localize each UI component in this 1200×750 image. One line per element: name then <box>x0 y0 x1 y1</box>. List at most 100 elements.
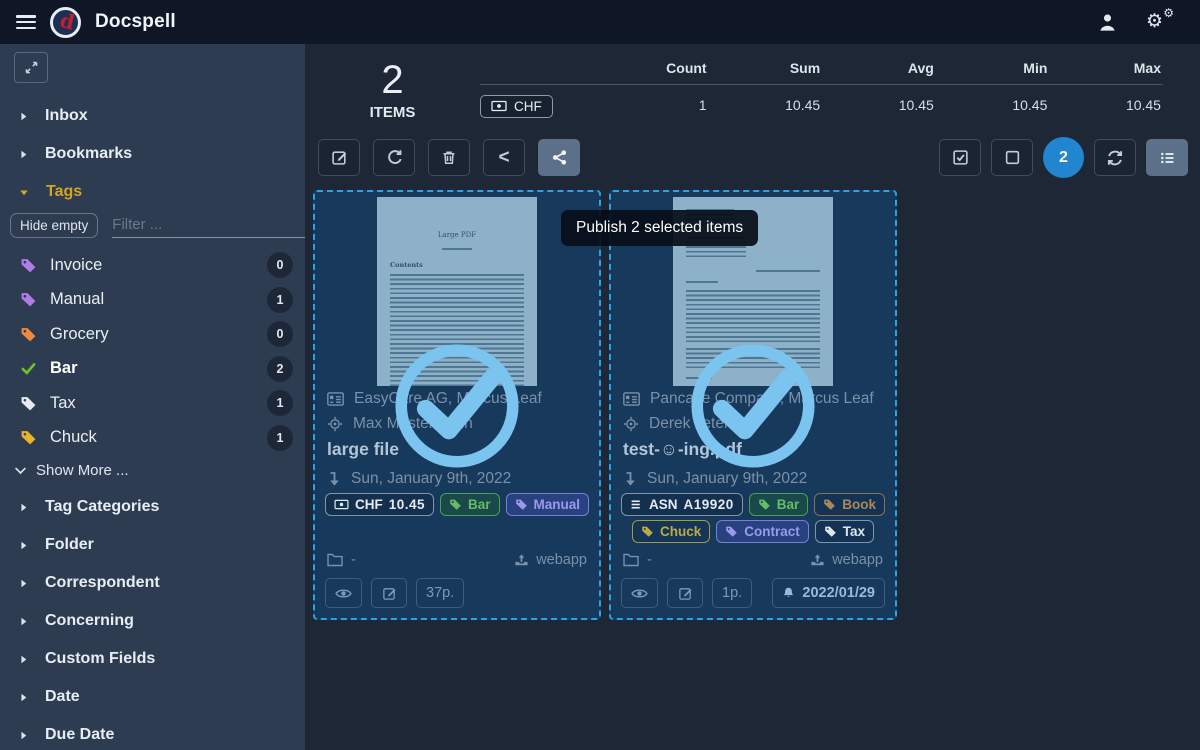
reprocess-items-button[interactable] <box>373 139 415 176</box>
correspondent-text: EasyCare AG, Marcus Leaf <box>354 390 542 408</box>
tag-filter-input[interactable] <box>112 216 305 233</box>
tag-filter <box>112 216 305 238</box>
sidebar-item-due-date[interactable]: Due Date <box>0 716 305 750</box>
sidebar-item-tags[interactable]: Tags <box>0 173 305 211</box>
tag-count-badge: 1 <box>267 287 293 313</box>
correspondent-row: EasyCare AG, Marcus Leaf <box>315 386 599 411</box>
items-count-number: 2 <box>305 58 480 102</box>
show-more-tags[interactable]: Show More ... <box>0 455 305 488</box>
refresh-button[interactable] <box>1094 139 1136 176</box>
stats-header-sum: Sum <box>709 56 823 84</box>
tag-badge-bar[interactable]: Bar <box>440 493 500 516</box>
upload-icon <box>514 553 529 568</box>
tag-badge-manual[interactable]: Manual <box>506 493 590 516</box>
tag-item-chuck[interactable]: Chuck 1 <box>0 421 305 456</box>
tag-item-manual[interactable]: Manual 1 <box>0 283 305 318</box>
address-card-icon <box>623 392 640 406</box>
concerning-text: Max Mustermann <box>353 415 473 433</box>
stats-table: Count Sum Avg Min Max CHF <box>480 56 1163 119</box>
sidebar-item-bookmarks[interactable]: Bookmarks <box>0 135 305 173</box>
stats-value-count: 1 <box>595 85 709 119</box>
thumb-doc-heading: Contents <box>390 261 524 269</box>
view-menu-button[interactable] <box>1146 139 1188 176</box>
stats-value-min: 10.45 <box>936 85 1050 119</box>
publish-items-button[interactable] <box>538 139 580 176</box>
delete-items-button[interactable] <box>428 139 470 176</box>
caret-down-icon <box>18 187 30 198</box>
tag-badge-tax[interactable]: Tax <box>815 520 874 543</box>
tag-item-bar[interactable]: Bar 2 <box>0 352 305 387</box>
tag-badge-contract[interactable]: Contract <box>716 520 809 543</box>
edit-item-button[interactable] <box>371 578 407 608</box>
concerning-row: Max Mustermann <box>315 411 599 436</box>
share-icon <box>551 149 568 166</box>
caret-right-icon <box>18 502 29 513</box>
preview-button[interactable] <box>621 578 658 608</box>
thumb-doc-title: Large PDF <box>390 231 524 239</box>
check-square-icon <box>952 149 969 166</box>
hide-empty-button[interactable]: Hide empty <box>10 213 98 238</box>
edit-items-button[interactable] <box>318 139 360 176</box>
caret-right-icon <box>18 578 29 589</box>
edit-item-button[interactable] <box>667 578 703 608</box>
stats-row-chf: CHF 1 10.45 10.45 10.45 10.45 <box>480 85 1163 119</box>
sidebar-item-folder[interactable]: Folder <box>0 526 305 564</box>
publish-tooltip: Publish 2 selected items <box>561 210 758 246</box>
folder-row: - webapp <box>315 552 599 572</box>
tag-badge-bar[interactable]: Bar <box>749 493 809 516</box>
collapse-sidebar-button[interactable] <box>14 52 48 83</box>
docspell-logo: d <box>50 7 81 38</box>
correspondent-text: Pancake Company, Marcus Leaf <box>650 390 874 408</box>
banknote-icon <box>491 100 507 112</box>
caret-right-icon <box>18 111 29 122</box>
page-count-badge: 37p. <box>416 578 464 608</box>
less-than-icon: < <box>498 148 509 167</box>
tag-item-invoice[interactable]: Invoice 0 <box>0 248 305 283</box>
item-date-text: Sun, January 9th, 2022 <box>351 470 511 488</box>
tag-count-badge: 1 <box>267 425 293 451</box>
tag-icon <box>20 395 37 412</box>
source-value: webapp <box>832 552 883 568</box>
sidebar-item-inbox[interactable]: Inbox <box>0 97 305 135</box>
tag-icon <box>20 257 37 274</box>
person-crosshair-icon <box>327 416 343 432</box>
folder-value: - <box>351 552 356 568</box>
item-date-row: Sun, January 9th, 2022 <box>315 466 599 491</box>
tag-badge-chuck[interactable]: Chuck <box>632 520 710 543</box>
item-card-test-ing-pdf[interactable]: Pancake Company, Marcus Leaf Derek Jeter… <box>609 190 897 620</box>
hamburger-menu-icon[interactable] <box>16 15 36 29</box>
edit-icon <box>382 586 397 601</box>
preview-button[interactable] <box>325 578 362 608</box>
card-footer: 1p. 2022/01/29 <box>611 572 895 618</box>
document-thumbnail: Large PDF Contents <box>315 192 599 386</box>
sidebar-item-correspondent[interactable]: Correspondent <box>0 564 305 602</box>
tag-count-badge: 2 <box>267 356 293 382</box>
amount-badge: CHF10.45 <box>325 493 434 516</box>
settings-gears-icon[interactable]: ⚙⚙ <box>1146 11 1172 33</box>
user-account-icon[interactable] <box>1097 12 1118 33</box>
item-card-large-file[interactable]: Large PDF Contents EasyCare AG, Marcus L… <box>313 190 601 620</box>
stats-header-avg: Avg <box>822 56 936 84</box>
due-date-badge: 2022/01/29 <box>772 578 885 608</box>
deselect-all-button[interactable] <box>991 139 1033 176</box>
tag-icon <box>641 525 654 538</box>
tag-item-grocery[interactable]: Grocery 0 <box>0 317 305 352</box>
sidebar-item-date[interactable]: Date <box>0 678 305 716</box>
stats-value-max: 10.45 <box>1049 85 1163 119</box>
stats-header-min: Min <box>936 56 1050 84</box>
badge-row: Chuck Contract Tax <box>611 518 895 545</box>
item-title: test-☺-ing.pdf <box>611 436 895 466</box>
caret-right-icon <box>18 730 29 741</box>
sidebar-item-custom-fields[interactable]: Custom Fields <box>0 640 305 678</box>
select-all-button[interactable] <box>939 139 981 176</box>
address-card-icon <box>327 392 344 406</box>
merge-items-button[interactable]: < <box>483 139 525 176</box>
sidebar-item-concerning[interactable]: Concerning <box>0 602 305 640</box>
tag-item-tax[interactable]: Tax 1 <box>0 386 305 421</box>
tag-badge-book[interactable]: Book <box>814 493 885 516</box>
sidebar-item-tag-categories[interactable]: Tag Categories <box>0 488 305 526</box>
banknote-icon <box>334 499 349 510</box>
source-value: webapp <box>536 552 587 568</box>
tag-count-badge: 0 <box>267 252 293 278</box>
badge-row: CHF10.45 Bar Manual <box>315 491 599 518</box>
